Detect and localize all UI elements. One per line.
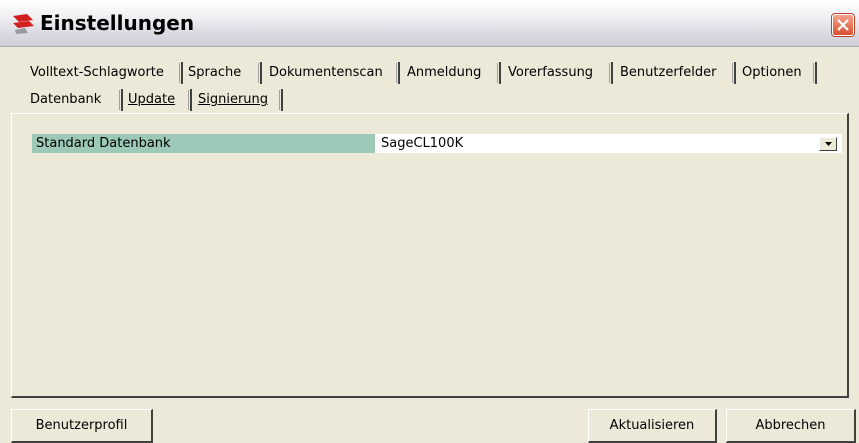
refresh-button[interactable]: Aktualisieren <box>588 409 717 443</box>
tab-label: Volltext-Schlagworte <box>30 65 164 80</box>
tab-update[interactable]: Update <box>126 89 192 111</box>
tab-signierung[interactable]: Signierung <box>196 89 283 111</box>
standard-database-select[interactable]: SageCL100K <box>375 134 842 153</box>
tab-content-panel <box>11 113 849 398</box>
tab-sprache[interactable]: Sprache <box>186 62 262 84</box>
close-icon <box>837 19 849 31</box>
app-logo-icon <box>13 14 35 34</box>
window-title: Einstellungen <box>40 11 195 35</box>
tab-anmeldung[interactable]: Anmeldung <box>405 62 501 84</box>
tab-label: Sprache <box>188 65 242 80</box>
tab-datenbank[interactable]: Datenbank <box>28 89 123 111</box>
tab-label: Optionen <box>742 65 802 80</box>
user-profile-button[interactable]: Benutzerprofil <box>11 409 153 443</box>
title-bar[interactable]: Einstellungen <box>0 0 859 47</box>
close-button[interactable] <box>832 14 854 36</box>
tab-optionen[interactable]: Optionen <box>740 62 817 84</box>
tab-volltext-schlagworte[interactable]: Volltext-Schlagworte <box>28 62 183 84</box>
tab-label: Datenbank <box>30 92 102 107</box>
cancel-button[interactable]: Abbrechen <box>726 409 856 443</box>
tab-label: Anmeldung <box>407 65 482 80</box>
tab-label: Benutzerfelder <box>620 65 717 80</box>
tab-label: Update <box>128 92 176 107</box>
chevron-down-icon <box>825 142 832 146</box>
tab-vorerfassung[interactable]: Vorerfassung <box>506 62 613 84</box>
tab-label: Dokumentenscan <box>269 65 383 80</box>
tab-label: Vorerfassung <box>508 65 594 80</box>
standard-database-label: Standard Datenbank <box>32 134 375 153</box>
settings-window: Einstellungen Volltext-Schlagworte Sprac… <box>0 0 859 443</box>
tab-dokumentenscan[interactable]: Dokumentenscan <box>267 62 400 84</box>
tab-benutzerfelder[interactable]: Benutzerfelder <box>618 62 736 84</box>
dropdown-button[interactable] <box>819 137 837 151</box>
standard-database-value: SageCL100K <box>381 136 464 151</box>
tab-label: Signierung <box>198 92 269 107</box>
